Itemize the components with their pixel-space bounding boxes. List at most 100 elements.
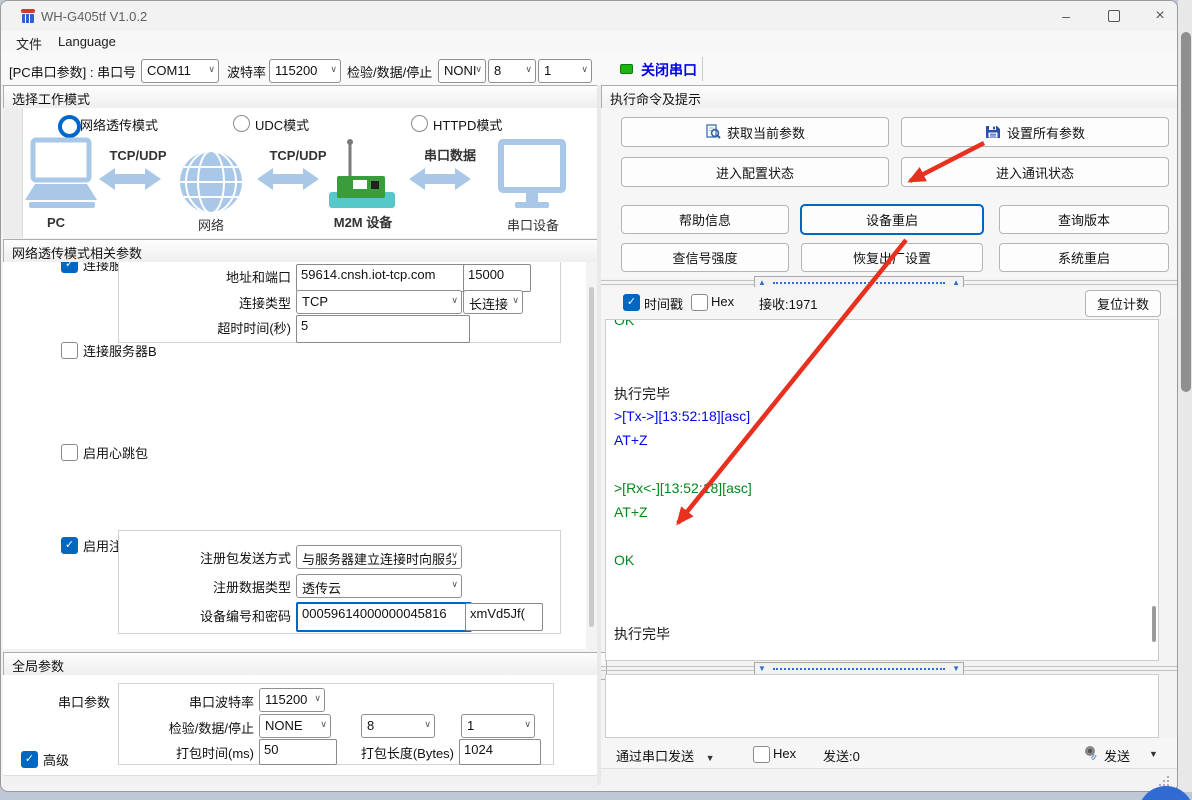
triangle-down-icon: ▼: [949, 665, 963, 673]
svg-text:TCP/UDP: TCP/UDP: [269, 148, 326, 163]
get-params-button[interactable]: 获取当前参数: [621, 117, 889, 147]
send-toolbar: 通过串口发送 ▼ Hex 发送:0 发送 ▼: [601, 738, 1177, 768]
log-hex-checkbox[interactable]: [691, 294, 708, 311]
global-baud-select[interactable]: 115200∨: [259, 688, 325, 712]
dev-pwd-input[interactable]: xmVd5Jf(: [465, 603, 543, 631]
addr-label: 地址和端口: [153, 267, 291, 286]
timeout-label: 超时时间(秒): [153, 318, 291, 337]
radio-transparent-label: 网络透传模式: [80, 115, 158, 134]
address-input[interactable]: 59614.cnsh.iot-tcp.com: [296, 264, 470, 292]
send-hex-checkbox[interactable]: [753, 746, 770, 763]
log-line: [614, 600, 1158, 624]
global-databits-select[interactable]: 8∨: [361, 714, 435, 738]
net-params-scrollbar[interactable]: [586, 262, 597, 649]
timestamp-checkbox[interactable]: ✓: [623, 294, 640, 311]
com-port-select[interactable]: COM11∨: [141, 59, 219, 83]
port-input[interactable]: 15000: [463, 264, 531, 292]
databits-select[interactable]: 8∨: [488, 59, 536, 83]
reg-send-select[interactable]: 与服务器建立连接时向服务∨: [296, 545, 462, 569]
conn-mode-select[interactable]: 长连接∨: [463, 290, 523, 314]
parity-select[interactable]: NONI∨: [438, 59, 486, 83]
log-line: OK: [614, 552, 1158, 576]
pack-time-input[interactable]: 50: [259, 739, 337, 765]
regpack-checkbox[interactable]: ✓: [61, 537, 78, 554]
laptop-icon: [25, 140, 97, 208]
log-line: 执行完毕: [614, 624, 1158, 648]
send-caret-down-icon[interactable]: ▼: [1149, 749, 1158, 759]
help-info-button[interactable]: 帮助信息: [621, 205, 789, 234]
menu-language[interactable]: Language: [58, 34, 116, 49]
chevron-down-icon: ∨: [314, 693, 321, 704]
received-count: 接收:1971: [759, 294, 818, 313]
title-bar: WH-G405tf V1.0.2 – ×: [1, 1, 1177, 31]
app-window: WH-G405tf V1.0.2 – × 文件 Language [PC串口参数…: [0, 0, 1178, 792]
dev-id-input[interactable]: 00059614000000045816: [296, 602, 472, 632]
heartbeat-checkbox[interactable]: [61, 444, 78, 461]
minimize-icon: –: [1062, 8, 1070, 24]
pc-serial-label: [PC串口参数] : 串口号: [9, 62, 136, 81]
left-hscrollbar[interactable]: [3, 775, 597, 787]
send-via-serial-dropdown[interactable]: 通过串口发送 ▼: [616, 746, 715, 765]
radio-udc-label: UDC模式: [255, 115, 309, 134]
double-arrow-icon: [99, 168, 161, 190]
reset-count-button[interactable]: 复位计数: [1085, 290, 1161, 317]
log-toolbar: ✓ 时间戳 Hex 接收:1971 复位计数: [601, 287, 1177, 319]
send-sound-icon: [1083, 744, 1099, 760]
menu-file[interactable]: 文件: [16, 34, 42, 53]
double-arrow-icon: [409, 168, 471, 190]
stopbits-select[interactable]: 1∨: [538, 59, 592, 83]
enter-comm-button[interactable]: 进入通讯状态: [901, 157, 1169, 187]
minimize-button[interactable]: –: [1043, 1, 1089, 31]
chevron-down-icon: ∨: [320, 719, 327, 730]
svg-text:串口设备: 串口设备: [507, 218, 559, 233]
pack-len-label: 打包长度(Bytes): [341, 743, 454, 762]
log-hex-label: Hex: [711, 294, 734, 309]
log-scrollbar[interactable]: [1152, 606, 1156, 642]
close-button[interactable]: ×: [1137, 1, 1178, 31]
factory-reset-button[interactable]: 恢复出厂设置: [801, 243, 983, 272]
log-line: AT+Z: [614, 504, 1158, 528]
log-line: [614, 576, 1158, 600]
timeout-input[interactable]: 5: [296, 315, 470, 343]
send-button[interactable]: 发送: [1104, 746, 1130, 765]
global-stopbits-select[interactable]: 1∨: [461, 714, 535, 738]
svg-text:TCP/UDP: TCP/UDP: [109, 148, 166, 163]
serial-params-label: 串口参数: [58, 692, 110, 711]
query-version-button[interactable]: 查询版本: [999, 205, 1169, 234]
set-all-params-button[interactable]: 设置所有参数: [901, 117, 1169, 147]
server-b-checkbox[interactable]: [61, 342, 78, 359]
conn-type-select[interactable]: TCP∨: [296, 290, 462, 314]
log-area[interactable]: OK 执行完毕 >[Tx->][13:52:18][asc] AT+Z >[Rx…: [605, 319, 1159, 661]
pack-len-input[interactable]: 1024: [459, 739, 541, 765]
resize-grip[interactable]: [1160, 777, 1169, 786]
close-port-button[interactable]: 关闭串口: [641, 60, 697, 80]
chevron-down-icon: ∨: [451, 295, 458, 306]
triangle-down-icon: ▼: [755, 665, 769, 673]
maximize-button[interactable]: [1091, 1, 1137, 31]
chevron-down-icon: ∨: [525, 64, 532, 75]
double-arrow-icon: [257, 168, 319, 190]
radio-httpd-mode[interactable]: [411, 115, 428, 132]
chevron-down-icon: ∨: [330, 64, 337, 75]
reg-type-label: 注册数据类型: [143, 577, 291, 596]
reg-type-select[interactable]: 透传云∨: [296, 574, 462, 598]
baud-select[interactable]: 115200∨: [269, 59, 341, 83]
triangle-up-icon: ▲: [755, 279, 769, 287]
advanced-checkbox[interactable]: ✓: [21, 751, 38, 768]
server-b-label: 连接服务器B: [83, 341, 157, 360]
system-restart-button[interactable]: 系统重启: [999, 243, 1169, 272]
signal-strength-button[interactable]: 查信号强度: [621, 243, 789, 272]
external-scrollbar-thumb[interactable]: [1181, 32, 1191, 392]
chevron-down-icon: ∨: [524, 719, 531, 730]
radio-udc-mode[interactable]: [233, 115, 250, 132]
enter-config-button[interactable]: 进入配置状态: [621, 157, 889, 187]
log-line: >[Rx<-][13:52:18][asc]: [614, 480, 1158, 504]
server-a-checkbox[interactable]: ✓: [61, 262, 78, 273]
log-line: [614, 360, 1158, 384]
mode-diagram: TCP/UDP TCP/UDP: [23, 134, 597, 236]
send-hex-label: Hex: [773, 746, 796, 761]
search-doc-icon: [705, 124, 721, 140]
device-restart-button[interactable]: 设备重启: [801, 205, 983, 234]
send-input-area[interactable]: [605, 674, 1159, 738]
global-parity-select[interactable]: NONE∨: [259, 714, 331, 738]
